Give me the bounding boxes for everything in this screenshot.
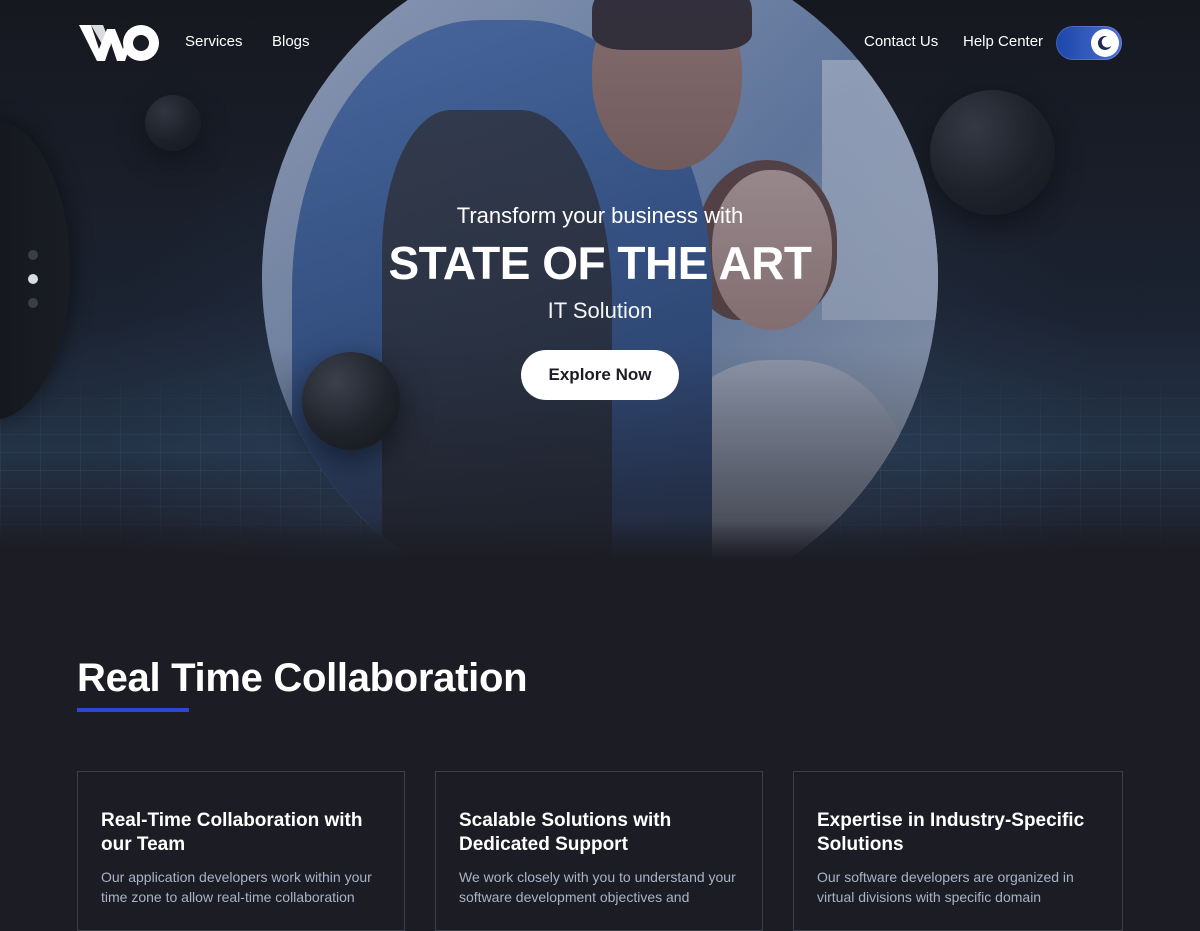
feature-card-1: Real-Time Collaboration with our Team Ou…: [77, 771, 405, 931]
toggle-knob: [1091, 29, 1119, 57]
nav-link-services[interactable]: Services: [185, 33, 243, 51]
nav-link-blogs[interactable]: Blogs: [272, 33, 310, 51]
top-nav: Services Blogs Contact Us Help Center: [0, 0, 1200, 85]
explore-now-button[interactable]: Explore Now: [520, 350, 680, 400]
section-title-underline: [77, 708, 189, 712]
feature-card-text: We work closely with you to understand y…: [459, 869, 736, 905]
section-title: Real Time Collaboration: [77, 656, 528, 700]
hero-headline: STATE OF THE ART: [388, 237, 812, 289]
moon-icon: [1097, 36, 1112, 51]
nav-link-contact-us[interactable]: Contact Us: [864, 33, 938, 51]
sphere-decoration-right: [930, 90, 1055, 215]
feature-card-2: Scalable Solutions with Dedicated Suppor…: [435, 771, 763, 931]
hero-tagline: Transform your business with: [456, 203, 744, 228]
feature-card-title: Scalable Solutions with Dedicated Suppor…: [459, 810, 672, 855]
nav-link-help-center[interactable]: Help Center: [963, 33, 1043, 51]
logo-icon[interactable]: [77, 21, 163, 65]
sphere-decoration-small: [145, 95, 201, 151]
feature-card-title: Real-Time Collaboration with our Team: [101, 810, 363, 855]
hero-bottom-fade: [0, 520, 1200, 560]
hero-subheadline: IT Solution: [547, 298, 653, 323]
hero-text-block: Transform your business with STATE OF TH…: [0, 200, 1200, 400]
feature-card-text: Our application developers work within y…: [101, 869, 372, 905]
feature-card-text: Our software developers are organized in…: [817, 869, 1074, 905]
feature-card-3: Expertise in Industry-Specific Solutions…: [793, 771, 1123, 931]
theme-toggle[interactable]: [1056, 26, 1122, 60]
feature-card-title: Expertise in Industry-Specific Solutions: [817, 810, 1085, 855]
